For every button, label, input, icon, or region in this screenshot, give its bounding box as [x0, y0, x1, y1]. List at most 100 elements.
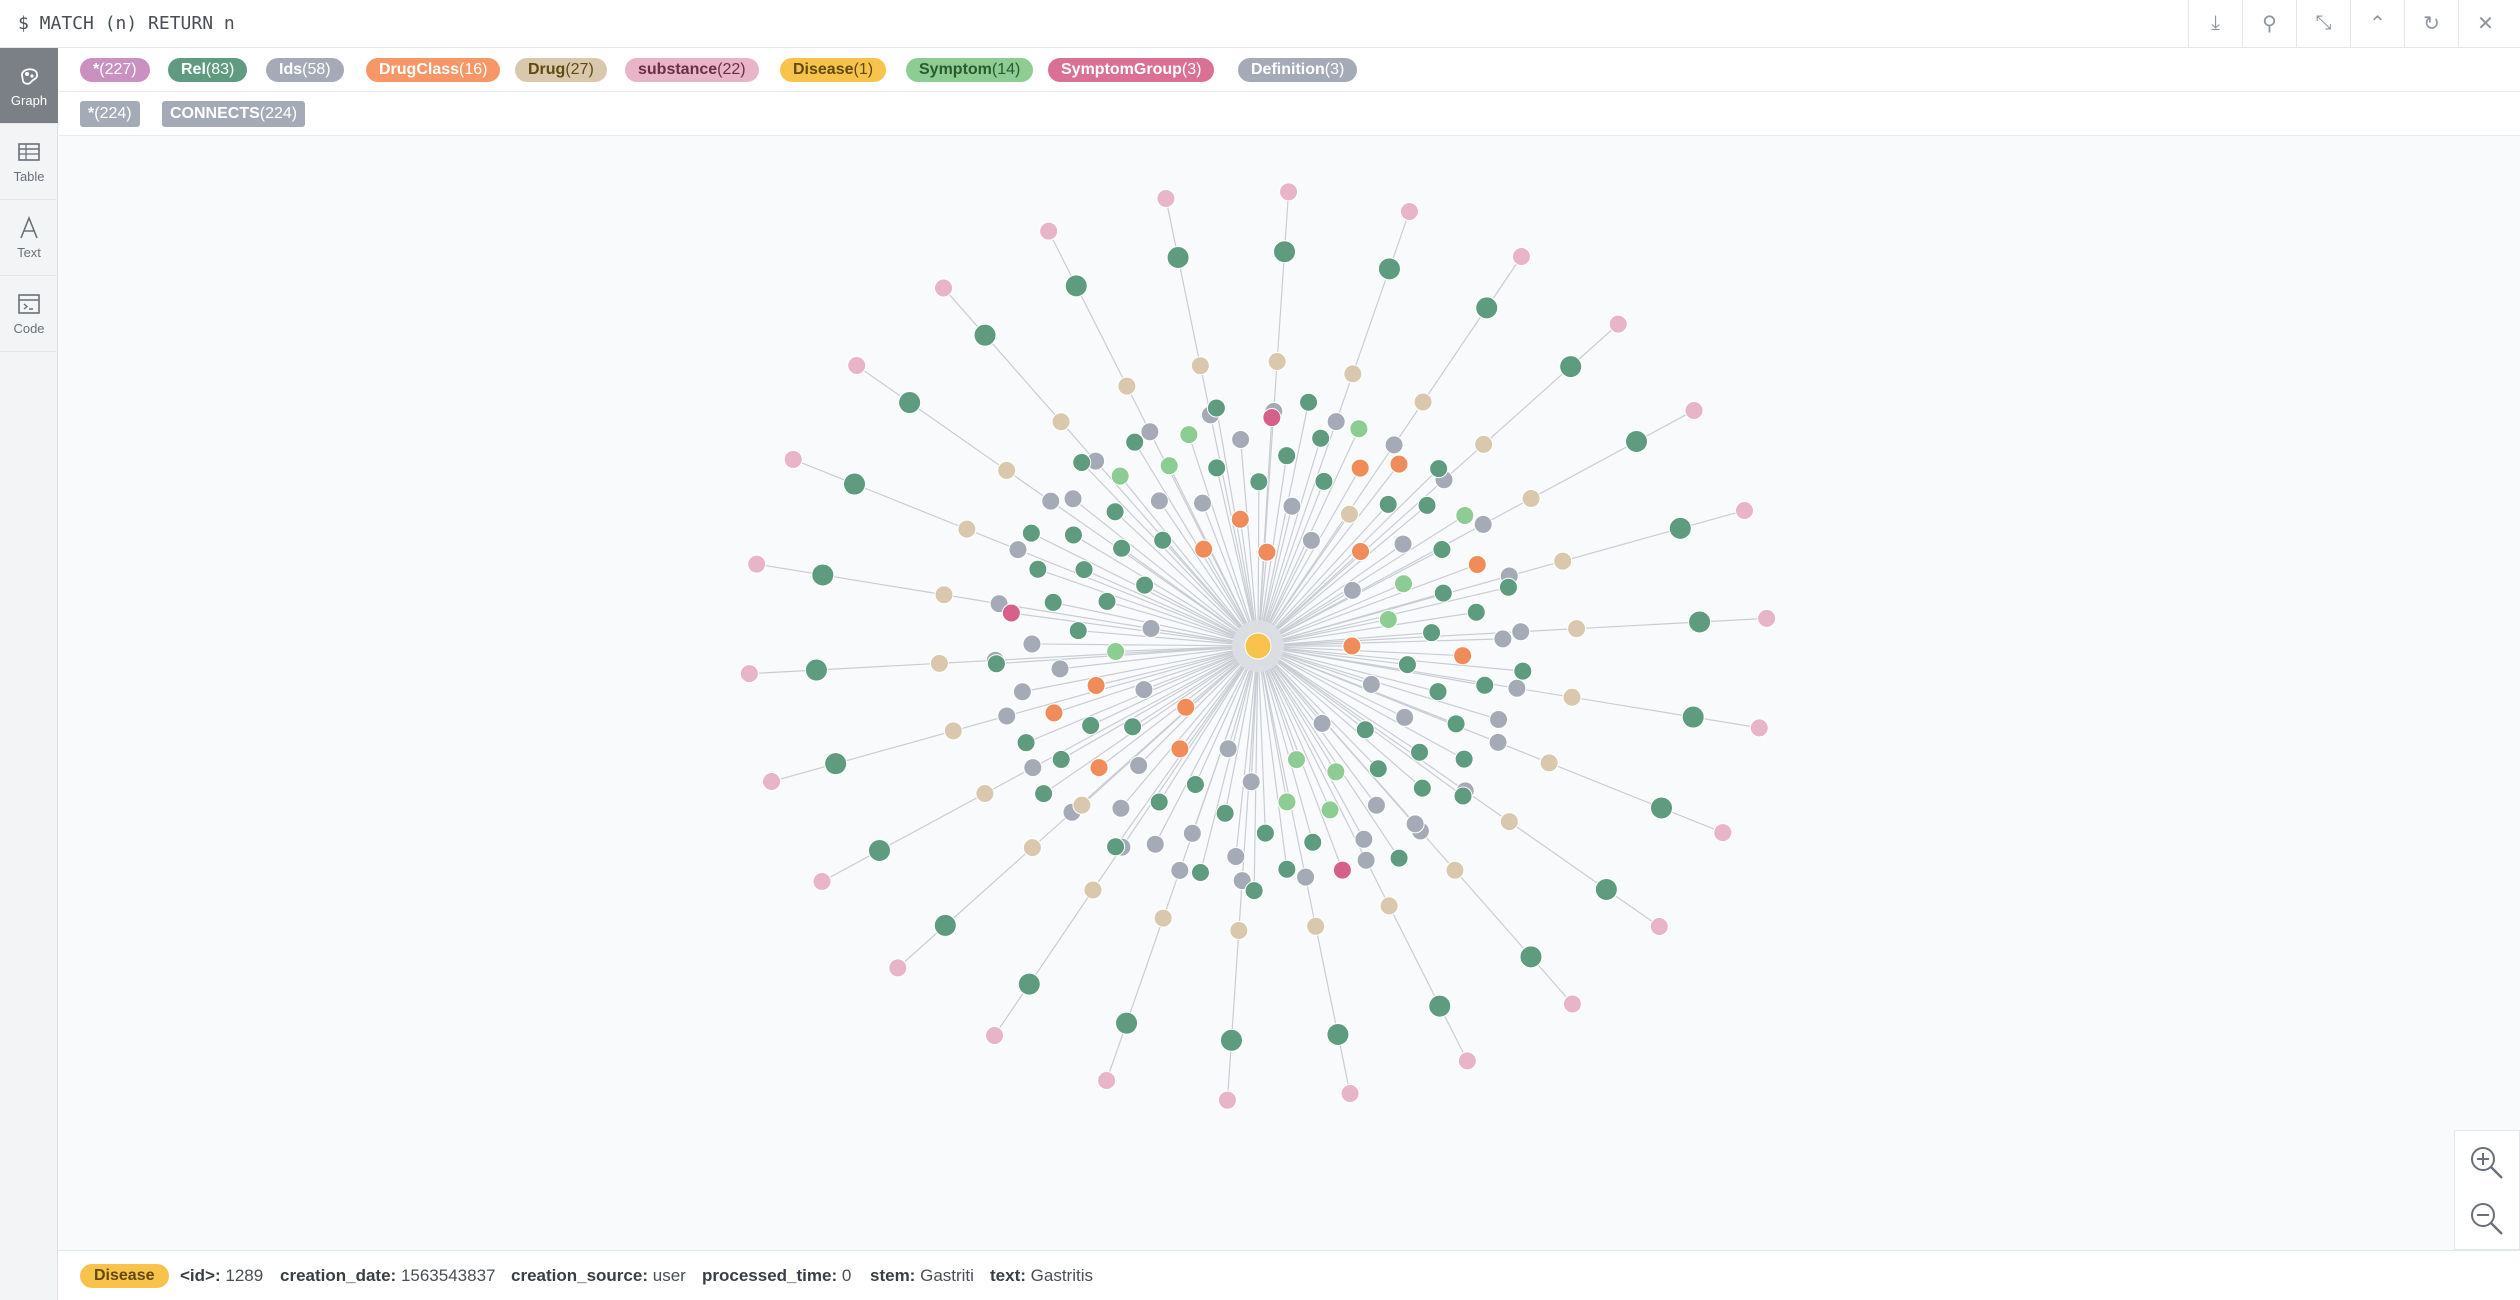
node-drugclass[interactable] [1089, 758, 1109, 778]
node-drug[interactable] [1153, 908, 1173, 928]
node-drugclass[interactable] [1176, 697, 1196, 717]
node-rel[interactable] [1625, 430, 1649, 454]
node-ids[interactable] [1012, 682, 1032, 702]
node-drug[interactable] [934, 585, 954, 605]
node-ids[interactable] [1129, 755, 1149, 775]
node-ids[interactable] [1145, 834, 1165, 854]
node-drugclass[interactable] [1467, 554, 1487, 574]
node-drug[interactable] [1499, 812, 1519, 832]
relationship-line[interactable] [1031, 643, 1259, 647]
node-substance[interactable] [934, 278, 954, 298]
node-ids[interactable] [1008, 540, 1028, 560]
zoom-out-icon[interactable] [2465, 1197, 2509, 1241]
node-ids[interactable] [1050, 659, 1070, 679]
relationship-line[interactable] [1072, 498, 1259, 647]
node-rel[interactable] [1314, 471, 1334, 491]
node-drug[interactable] [1521, 488, 1541, 508]
node-rel[interactable] [1594, 877, 1618, 901]
node-rel[interactable] [986, 654, 1006, 674]
legend-label-definition[interactable]: Definition(3) [1238, 58, 1358, 82]
node-drug[interactable] [1379, 896, 1399, 916]
node-ids[interactable] [1493, 629, 1513, 649]
node-rel[interactable] [1429, 459, 1449, 479]
node-rel[interactable] [1513, 661, 1533, 681]
legend-label-ids[interactable]: Ids(58) [266, 58, 344, 82]
node-rel[interactable] [1277, 859, 1297, 879]
pin-icon[interactable]: ⚲ [2242, 0, 2296, 47]
node-substance[interactable] [812, 872, 832, 892]
node-drug[interactable] [975, 784, 995, 804]
node-rel[interactable] [1207, 458, 1227, 478]
node-substance[interactable] [739, 664, 759, 684]
node-rel[interactable] [1466, 602, 1486, 622]
node-rel[interactable] [1397, 655, 1417, 675]
node-ids[interactable] [1507, 678, 1527, 698]
node-rel[interactable] [1299, 392, 1319, 412]
node-drug[interactable] [1022, 838, 1042, 858]
node-drug[interactable] [1562, 687, 1582, 707]
node-rel[interactable] [1105, 502, 1125, 522]
node-drug[interactable] [1051, 412, 1071, 432]
node-rel[interactable] [1034, 784, 1054, 804]
node-rel[interactable] [1475, 675, 1495, 695]
node-symptom[interactable] [1378, 609, 1398, 629]
node-rel[interactable] [1453, 786, 1473, 806]
node-ids[interactable] [997, 706, 1017, 726]
node-rel[interactable] [824, 752, 848, 776]
node-rel[interactable] [1326, 1023, 1350, 1047]
node-substance[interactable] [747, 554, 767, 574]
node-drugclass[interactable] [1453, 646, 1473, 666]
node-drug[interactable] [1474, 434, 1494, 454]
node-rel[interactable] [843, 472, 867, 496]
node-substance[interactable] [762, 772, 782, 792]
node-rel[interactable] [1389, 848, 1409, 868]
node-rel[interactable] [1428, 994, 1452, 1018]
legend-label-rel[interactable]: Rel(83) [168, 58, 248, 82]
node-ids[interactable] [1282, 496, 1302, 516]
node-rel[interactable] [867, 838, 891, 862]
node-rel[interactable] [1649, 796, 1673, 820]
tab-text[interactable]: Text [0, 200, 58, 276]
node-substance[interactable] [1684, 400, 1704, 420]
node-substance[interactable] [783, 449, 803, 469]
node-rel[interactable] [1355, 720, 1375, 740]
node-drug[interactable] [1413, 392, 1433, 412]
refresh-icon[interactable]: ↻ [2404, 0, 2458, 47]
legend-label-symptomgroup[interactable]: SymptomGroup(3) [1048, 58, 1215, 82]
node-rel[interactable] [1051, 749, 1071, 769]
node-ids[interactable] [1170, 860, 1190, 880]
node-substance[interactable] [1649, 916, 1669, 936]
node-substance[interactable] [1757, 608, 1777, 628]
node-rel[interactable] [1063, 525, 1083, 545]
node-substance[interactable] [1340, 1084, 1360, 1104]
node-ids[interactable] [1384, 435, 1404, 455]
close-icon[interactable]: ✕ [2458, 0, 2512, 47]
node-rel[interactable] [1422, 623, 1442, 643]
node-symptom[interactable] [1394, 574, 1414, 594]
node-symptom[interactable] [1106, 641, 1126, 661]
relationship-line[interactable] [1081, 462, 1259, 647]
node-drugclass[interactable] [1086, 676, 1106, 696]
node-drug[interactable] [1306, 916, 1326, 936]
relationship-line[interactable] [1257, 503, 1389, 647]
node-rel[interactable] [1303, 832, 1323, 852]
node-rel[interactable] [1112, 538, 1132, 558]
node-drug[interactable] [1267, 352, 1287, 372]
node-rel[interactable] [1074, 560, 1094, 580]
node-rel[interactable] [1153, 530, 1173, 550]
node-ids[interactable] [1393, 534, 1413, 554]
node-drugclass[interactable] [1170, 739, 1190, 759]
node-rel[interactable] [1016, 733, 1036, 753]
node-symptom[interactable] [1320, 800, 1340, 820]
node-drug[interactable] [1117, 376, 1137, 396]
node-rel[interactable] [1185, 774, 1205, 794]
node-substance[interactable] [1217, 1090, 1237, 1110]
node-rel[interactable] [1681, 705, 1705, 729]
node-rel[interactable] [1454, 749, 1474, 769]
node-rel[interactable] [1106, 837, 1126, 857]
node-ids[interactable] [1356, 850, 1376, 870]
node-drug[interactable] [1072, 795, 1092, 815]
chevron-up-icon[interactable]: ⌃ [2350, 0, 2404, 47]
node-ids[interactable] [1488, 732, 1508, 752]
node-drug[interactable] [1229, 920, 1249, 940]
